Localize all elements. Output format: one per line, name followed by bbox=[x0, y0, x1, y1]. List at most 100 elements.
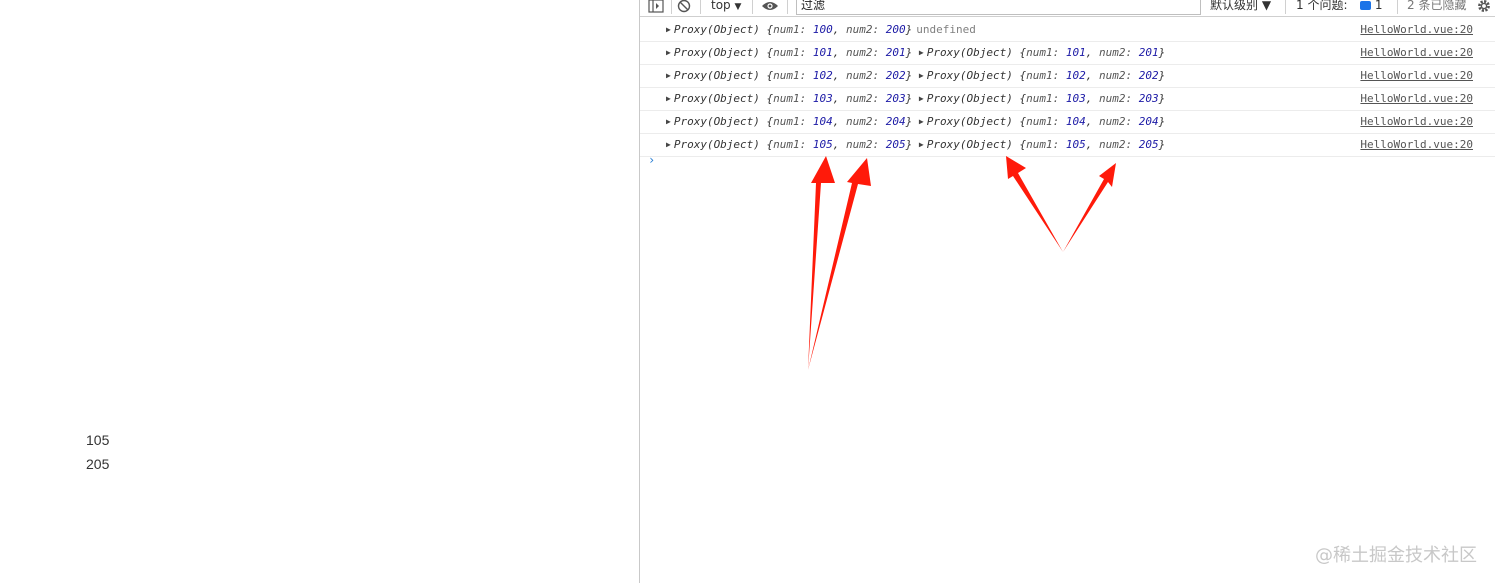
separator: , bbox=[832, 23, 847, 36]
property-key: num1: bbox=[1026, 69, 1066, 82]
separator: , bbox=[832, 115, 847, 128]
source-link[interactable]: HelloWorld.vue:20 bbox=[1360, 134, 1473, 156]
property-key: num2: bbox=[846, 115, 886, 128]
brace: } bbox=[1158, 46, 1166, 59]
console-row: ▶ Proxy(Object) {num1: 101, num2: 201} ▶ P… bbox=[640, 42, 1495, 65]
separator: , bbox=[832, 46, 847, 59]
property-value: 105 bbox=[812, 138, 833, 151]
separator: , bbox=[1085, 46, 1099, 59]
context-label: top bbox=[711, 0, 731, 12]
expand-triangle-icon[interactable]: ▶ bbox=[919, 65, 924, 87]
source-link[interactable]: HelloWorld.vue:20 bbox=[1360, 111, 1473, 133]
property-key: num1: bbox=[1026, 92, 1066, 105]
property-value: 204 bbox=[885, 115, 906, 128]
property-value: 102 bbox=[812, 69, 833, 82]
separator: , bbox=[1085, 115, 1099, 128]
console-message: ▶ Proxy(Object) {num1: 100, num2: 200} und… bbox=[666, 19, 976, 41]
toolbar-separator bbox=[700, 0, 701, 14]
proxy-label[interactable]: Proxy(Object) bbox=[674, 69, 767, 82]
property-key: num2: bbox=[1098, 46, 1139, 59]
issues-button[interactable]: 1 个问题: bbox=[1296, 0, 1348, 15]
console-message: ▶ Proxy(Object) {num1: 101, num2: 201} ▶ P… bbox=[666, 42, 1165, 64]
property-value: 100 bbox=[812, 23, 833, 36]
proxy-label[interactable]: Proxy(Object) bbox=[674, 115, 767, 128]
brace: } bbox=[1158, 69, 1166, 82]
console-message: ▶ Proxy(Object) {num1: 103, num2: 203} ▶ P… bbox=[666, 88, 1165, 110]
property-value: 202 bbox=[1138, 69, 1159, 82]
property-value: 102 bbox=[1065, 69, 1086, 82]
source-link[interactable]: HelloWorld.vue:20 bbox=[1360, 19, 1473, 41]
proxy-label[interactable]: Proxy(Object) bbox=[927, 69, 1020, 82]
property-key: num1: bbox=[773, 92, 813, 105]
property-key: num1: bbox=[773, 46, 813, 59]
chevron-down-icon: ▼ bbox=[734, 2, 742, 12]
filter-input[interactable]: 过滤 bbox=[796, 0, 1201, 15]
expand-triangle-icon[interactable]: ▶ bbox=[666, 42, 671, 64]
expand-triangle-icon[interactable]: ▶ bbox=[919, 134, 924, 156]
proxy-label[interactable]: Proxy(Object) bbox=[674, 138, 767, 151]
property-key: num1: bbox=[1026, 115, 1066, 128]
property-value: 201 bbox=[1138, 46, 1159, 59]
property-value: 200 bbox=[885, 23, 906, 36]
proxy-label[interactable]: Proxy(Object) bbox=[927, 115, 1020, 128]
gear-icon[interactable] bbox=[1477, 0, 1491, 15]
proxy-label[interactable]: Proxy(Object) bbox=[927, 92, 1020, 105]
property-key: num2: bbox=[846, 46, 886, 59]
console-message: ▶ Proxy(Object) {num1: 105, num2: 205} ▶ P… bbox=[666, 134, 1165, 156]
watermark: @稀土掘金技术社区 bbox=[1315, 545, 1477, 566]
property-value: 104 bbox=[812, 115, 833, 128]
num2-display: 205 bbox=[86, 456, 110, 472]
expand-triangle-icon[interactable]: ▶ bbox=[666, 88, 671, 110]
property-key: num1: bbox=[773, 69, 813, 82]
console-row: ▶ Proxy(Object) {num1: 103, num2: 203} ▶ P… bbox=[640, 88, 1495, 111]
sidebar-toggle-icon[interactable] bbox=[648, 0, 664, 15]
proxy-label[interactable]: Proxy(Object) bbox=[927, 46, 1020, 59]
separator: , bbox=[1085, 138, 1099, 151]
console-row: ▶ Proxy(Object) {num1: 100, num2: 200} und… bbox=[640, 19, 1495, 42]
separator: , bbox=[832, 138, 847, 151]
proxy-label[interactable]: Proxy(Object) bbox=[674, 23, 767, 36]
property-key: num2: bbox=[846, 69, 886, 82]
clear-console-icon[interactable] bbox=[677, 0, 691, 15]
proxy-label[interactable]: Proxy(Object) bbox=[674, 92, 767, 105]
property-key: num1: bbox=[1026, 46, 1066, 59]
separator: , bbox=[832, 69, 847, 82]
console-prompt-chevron-icon[interactable]: › bbox=[648, 153, 655, 167]
property-key: num2: bbox=[1098, 92, 1139, 105]
context-selector[interactable]: top ▼ bbox=[711, 0, 741, 15]
source-link[interactable]: HelloWorld.vue:20 bbox=[1360, 65, 1473, 87]
hidden-count: 2 条已隐藏 bbox=[1407, 0, 1467, 12]
property-value: 203 bbox=[885, 92, 906, 105]
property-value: 204 bbox=[1138, 115, 1159, 128]
log-levels-dropdown[interactable]: 默认级别 ▼ bbox=[1210, 0, 1271, 15]
expand-triangle-icon[interactable]: ▶ bbox=[666, 19, 671, 41]
toolbar-separator bbox=[787, 0, 788, 14]
property-value: 103 bbox=[812, 92, 833, 105]
property-key: num2: bbox=[1098, 115, 1139, 128]
eye-icon[interactable] bbox=[761, 0, 779, 15]
issues-count: 1 bbox=[1374, 0, 1383, 12]
console-row: ▶ Proxy(Object) {num1: 104, num2: 204} ▶ P… bbox=[640, 111, 1495, 134]
proxy-label[interactable]: Proxy(Object) bbox=[674, 46, 767, 59]
property-value: 205 bbox=[885, 138, 906, 151]
expand-triangle-icon[interactable]: ▶ bbox=[919, 42, 924, 64]
expand-triangle-icon[interactable]: ▶ bbox=[666, 134, 671, 156]
property-key: num1: bbox=[1026, 138, 1066, 151]
issues-count-badge[interactable]: 1 bbox=[1360, 0, 1382, 15]
app-page: 105 205 bbox=[0, 0, 639, 583]
property-key: num1: bbox=[773, 115, 813, 128]
toolbar-separator bbox=[752, 0, 753, 14]
source-link[interactable]: HelloWorld.vue:20 bbox=[1360, 88, 1473, 110]
expand-triangle-icon[interactable]: ▶ bbox=[919, 88, 924, 110]
proxy-label[interactable]: Proxy(Object) bbox=[927, 138, 1020, 151]
property-key: num1: bbox=[773, 23, 813, 36]
source-link[interactable]: HelloWorld.vue:20 bbox=[1360, 42, 1473, 64]
console-message: ▶ Proxy(Object) {num1: 104, num2: 204} ▶ P… bbox=[666, 111, 1165, 133]
expand-triangle-icon[interactable]: ▶ bbox=[666, 65, 671, 87]
expand-triangle-icon[interactable]: ▶ bbox=[666, 111, 671, 133]
separator: , bbox=[1085, 69, 1099, 82]
toolbar-separator bbox=[1397, 0, 1398, 14]
expand-triangle-icon[interactable]: ▶ bbox=[919, 111, 924, 133]
